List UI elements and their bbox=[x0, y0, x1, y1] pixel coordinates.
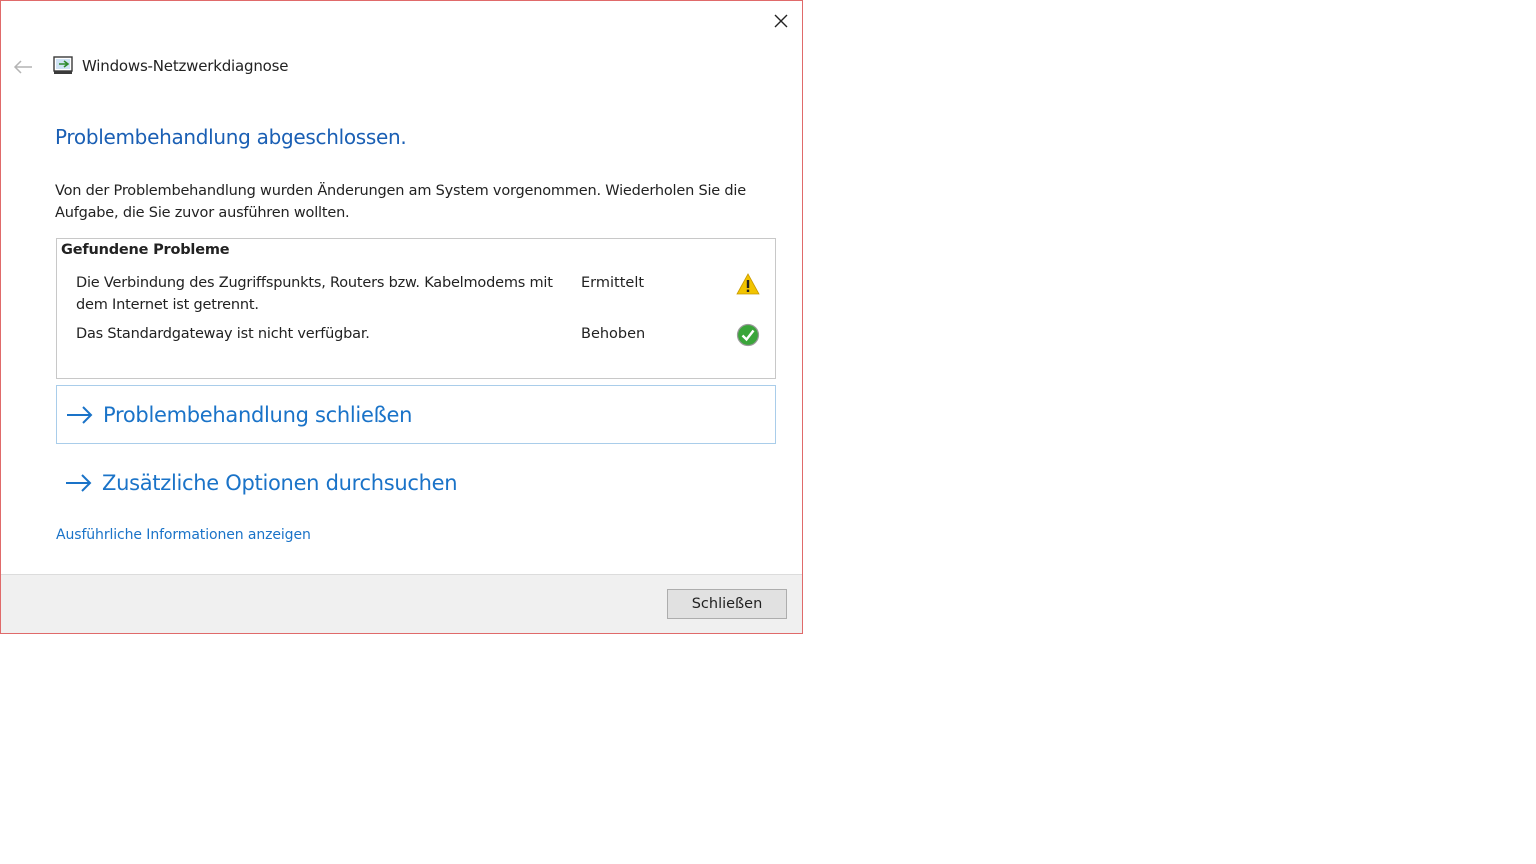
close-icon bbox=[774, 14, 788, 28]
view-details-link[interactable]: Ausführliche Informationen anzeigen bbox=[56, 527, 311, 543]
window-title: Windows-Netzwerkdiagnose bbox=[82, 57, 289, 75]
found-problems-title: Gefundene Probleme bbox=[61, 242, 230, 258]
explore-options-action[interactable]: Zusätzliche Optionen durchsuchen bbox=[56, 453, 776, 512]
window-close-button[interactable] bbox=[767, 7, 795, 35]
dialog-footer: Schließen bbox=[1, 574, 802, 633]
problem-text: Die Verbindung des Zugriffspunkts, Route… bbox=[76, 275, 553, 313]
arrow-right-icon bbox=[66, 473, 92, 492]
check-icon bbox=[736, 323, 760, 347]
page-heading: Problembehandlung abgeschlossen. bbox=[55, 125, 407, 149]
problem-status: Behoben bbox=[581, 326, 646, 342]
found-problems-panel: Gefundene Probleme Die Verbindung des Zu… bbox=[56, 238, 776, 379]
warning-icon bbox=[736, 273, 760, 295]
explore-options-label: Zusätzliche Optionen durchsuchen bbox=[102, 470, 458, 495]
back-button[interactable] bbox=[9, 53, 37, 81]
troubleshooter-dialog: Windows-Netzwerkdiagnose Problembehandlu… bbox=[0, 0, 803, 634]
page-description: Von der Problembehandlung wurden Änderun… bbox=[55, 183, 746, 221]
close-troubleshooter-label: Problembehandlung schließen bbox=[103, 402, 413, 427]
close-button[interactable]: Schließen bbox=[667, 589, 787, 619]
problem-status: Ermittelt bbox=[581, 275, 645, 291]
problem-text: Das Standardgateway ist nicht verfügbar. bbox=[76, 326, 370, 342]
network-diagnostics-icon bbox=[53, 56, 73, 74]
arrow-right-icon bbox=[67, 405, 93, 424]
close-troubleshooter-action[interactable]: Problembehandlung schließen bbox=[56, 385, 776, 444]
back-arrow-icon bbox=[13, 60, 32, 74]
